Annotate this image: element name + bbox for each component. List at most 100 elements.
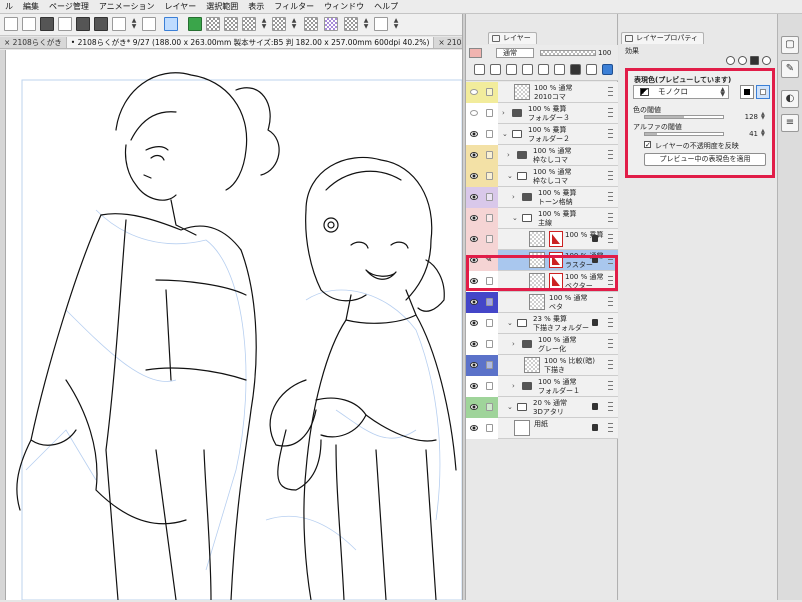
draft-icon[interactable] (506, 64, 517, 75)
color-threshold-slider[interactable] (644, 115, 724, 119)
visibility-eye-icon[interactable] (470, 404, 478, 410)
layer-lock-toggle[interactable] (486, 361, 493, 369)
layer-menu-icon[interactable] (608, 318, 613, 327)
color-threshold-spinner[interactable]: ▲ ▼ (761, 112, 767, 121)
visibility-eye-icon[interactable] (470, 131, 478, 137)
layer-row[interactable]: ✎ 100 % 通常 ラスター (466, 250, 618, 271)
expand-chevron-icon[interactable]: ⌄ (502, 130, 508, 139)
spinner-icon[interactable]: ▲ ▼ (290, 18, 298, 30)
tab-document[interactable]: × 2108らくがき (0, 37, 67, 48)
opacity-value[interactable]: 100 (598, 48, 611, 58)
layer-row[interactable]: ⌄ 100 % 乗算 フォルダー２ (466, 124, 618, 145)
black-color-button[interactable] (740, 85, 754, 99)
menu-item[interactable]: ヘルプ (369, 0, 403, 14)
layer-lock-toggle[interactable] (486, 214, 493, 222)
expand-chevron-icon[interactable]: ⌄ (512, 214, 518, 223)
save-icon[interactable] (22, 17, 36, 31)
purple-tone-icon[interactable] (324, 17, 338, 31)
layer-menu-icon[interactable] (608, 339, 613, 348)
visibility-eye-icon[interactable] (470, 110, 478, 116)
layer-color-swatch[interactable] (469, 48, 482, 58)
tab-layer-property[interactable]: レイヤープロパティ (621, 32, 704, 44)
lock-transparent-icon[interactable] (538, 64, 549, 75)
menu-item[interactable]: ウィンドウ (319, 0, 369, 14)
color-threshold-value[interactable]: 128 (745, 113, 758, 121)
layer-menu-icon[interactable] (608, 297, 613, 306)
menu-item[interactable]: アニメーション (94, 0, 160, 14)
layer-lock-toggle[interactable] (486, 340, 493, 348)
visibility-eye-icon[interactable] (470, 173, 478, 179)
redo-icon[interactable] (94, 17, 108, 31)
spinner-icon[interactable]: ▲ ▼ (392, 18, 400, 30)
layer-lock-toggle[interactable] (486, 193, 493, 201)
expression-color-select[interactable]: モノクロ ▲ ▼ (633, 85, 729, 99)
palette-icon[interactable]: ◐ (781, 90, 799, 108)
visibility-eye-icon[interactable] (470, 152, 478, 158)
layer-row[interactable]: 用紙 (466, 418, 618, 439)
visibility-eye-icon[interactable] (470, 89, 478, 95)
visibility-eye-icon[interactable] (470, 383, 478, 389)
clear-icon[interactable] (112, 17, 126, 31)
expand-chevron-icon[interactable]: ⌄ (507, 403, 513, 412)
layer-lock-toggle[interactable] (486, 151, 493, 159)
layer-menu-icon[interactable] (608, 129, 613, 138)
layer-row[interactable]: 100 % 通常 ベクター (466, 271, 618, 292)
visibility-eye-icon[interactable] (470, 236, 478, 242)
visibility-eye-icon[interactable] (470, 194, 478, 200)
layer-row[interactable]: › 100 % 乗算 トーン格納 (466, 187, 618, 208)
menu-item[interactable]: 選択範囲 (201, 0, 243, 14)
layer-menu-icon[interactable] (608, 87, 613, 96)
layer-lock-toggle[interactable] (486, 172, 493, 180)
menu-item[interactable]: フィルター (269, 0, 319, 14)
menu-item[interactable]: ル (0, 0, 18, 14)
visibility-eye-icon[interactable] (470, 299, 478, 305)
visibility-eye-icon[interactable] (470, 425, 478, 431)
expand-chevron-icon[interactable]: › (512, 193, 518, 202)
visibility-eye-icon[interactable] (470, 362, 478, 368)
spinner-icon[interactable]: ▲ ▼ (260, 18, 268, 30)
layer-menu-icon[interactable] (608, 423, 613, 432)
layer-lock-toggle[interactable] (486, 277, 493, 285)
layer-menu-icon[interactable] (608, 402, 613, 411)
spinner-icon[interactable]: ▲ ▼ (362, 18, 370, 30)
frame-icon[interactable] (304, 17, 318, 31)
selection-icon[interactable] (188, 17, 202, 31)
opacity-slider[interactable] (540, 50, 596, 56)
layer-menu-icon[interactable] (608, 234, 613, 243)
undo-icon[interactable] (76, 17, 90, 31)
brush-icon[interactable]: ✎ (781, 60, 799, 78)
layer-row[interactable]: › 100 % 通常 フォルダー１ (466, 376, 618, 397)
layer-menu-icon[interactable] (608, 108, 613, 117)
new-file-icon[interactable] (4, 17, 18, 31)
layer-color-blue-icon[interactable] (602, 64, 613, 75)
blend-mode-select[interactable]: 通常 (496, 48, 534, 58)
menu-item[interactable]: 表示 (243, 0, 269, 14)
layer-lock-toggle[interactable] (486, 403, 493, 411)
clip-icon[interactable] (474, 64, 485, 75)
navigator-icon[interactable]: ▢ (781, 36, 799, 54)
layer-color-effect-icon[interactable] (762, 56, 771, 65)
ref-icon[interactable] (490, 64, 501, 75)
layer-menu-icon[interactable] (608, 192, 613, 201)
layer-lock-toggle[interactable] (486, 319, 493, 327)
layer-row[interactable]: 100 % 通常 2010コマ (466, 82, 618, 103)
layer-row[interactable]: › 100 % 通常 グレー化 (466, 334, 618, 355)
layer-lock-toggle[interactable] (486, 298, 493, 306)
layer-menu-icon[interactable] (608, 213, 613, 222)
layer-row[interactable]: ⌄ 100 % 通常 枠なしコマ (466, 166, 618, 187)
drawing-canvas[interactable] (6, 50, 462, 600)
tone-effect-icon[interactable] (750, 56, 759, 65)
alpha-threshold-value[interactable]: 41 (749, 130, 758, 138)
layer-row[interactable]: 100 % 比較(暗) 下描き (466, 355, 618, 376)
tab-document[interactable]: • 2108らくがき* 9/27 (188.00 x 263.00mm 製本サイ… (66, 37, 435, 48)
layer-lock-toggle[interactable] (486, 235, 493, 243)
menu-item[interactable]: 編集 (18, 0, 44, 14)
grid-icon[interactable] (224, 17, 238, 31)
expand-chevron-icon[interactable]: › (502, 109, 508, 118)
expand-chevron-icon[interactable]: ⌄ (507, 319, 513, 328)
mesh-icon[interactable] (374, 17, 388, 31)
layer-menu-icon[interactable] (608, 150, 613, 159)
expand-chevron-icon[interactable]: › (507, 151, 513, 160)
layer-lock-toggle[interactable] (486, 424, 493, 432)
layer-lock-toggle[interactable] (486, 382, 493, 390)
